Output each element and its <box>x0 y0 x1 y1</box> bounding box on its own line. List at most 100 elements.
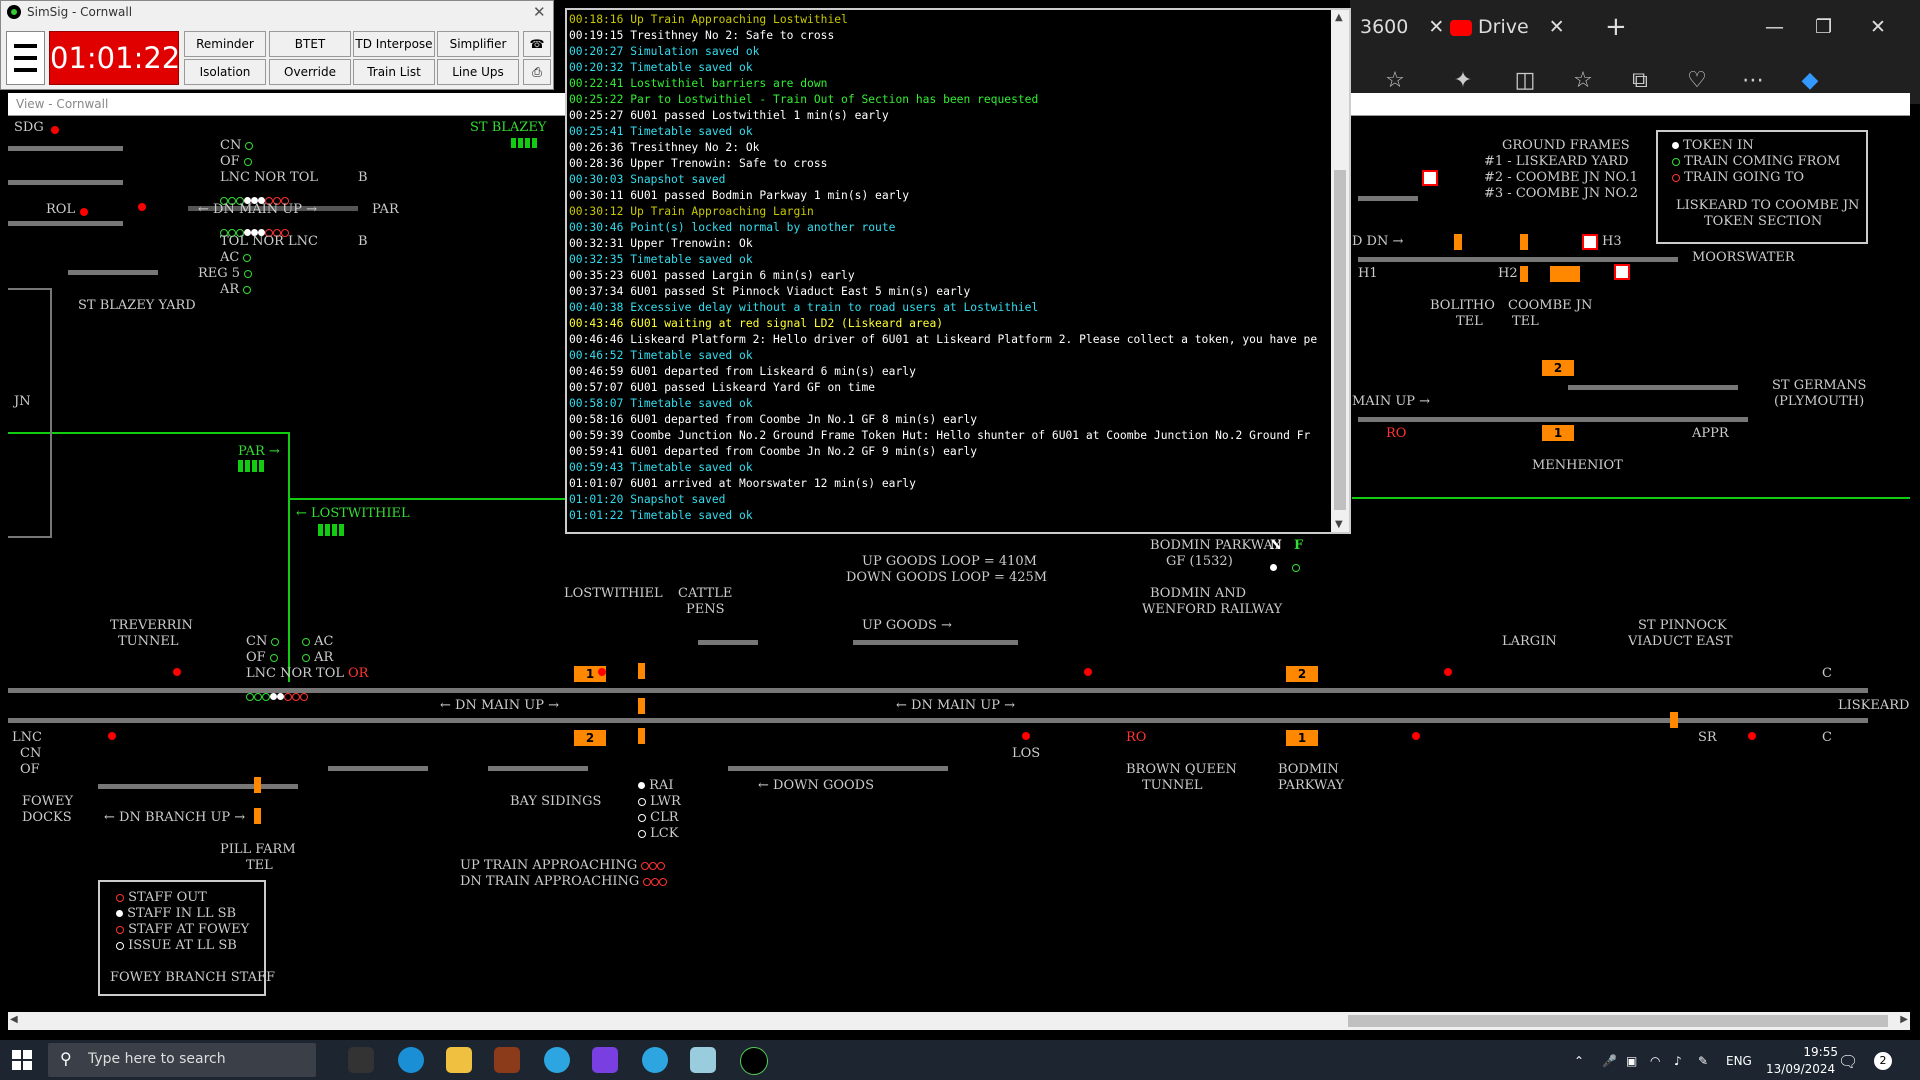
scroll-left-icon[interactable]: ◀ <box>10 1014 18 1025</box>
tab-label: 3600 <box>1360 16 1409 38</box>
collections-icon[interactable]: ⧉ <box>1625 66 1655 96</box>
extensions-icon[interactable]: ✦ <box>1448 66 1478 96</box>
st-blazey-yard-label: ST BLAZEY YARD <box>78 298 196 313</box>
window-close-icon[interactable]: ✕ <box>1870 10 1886 44</box>
btet-button[interactable]: BTET <box>269 31 351 57</box>
pen-icon[interactable]: ✎ <box>1698 1054 1708 1068</box>
isolation-button[interactable]: Isolation <box>184 59 266 85</box>
override-button[interactable]: Override <box>269 59 351 85</box>
platform-1-box[interactable]: 1 <box>1542 425 1574 441</box>
telegram-icon[interactable] <box>642 1047 668 1073</box>
file-explorer-icon[interactable] <box>446 1047 472 1073</box>
gf-status-dots[interactable] <box>1270 557 1301 576</box>
app-icon[interactable] <box>494 1047 520 1073</box>
edge-browser-bar: 3600 ✕ Drive ✕ + — ❐ ✕ ☆ ✦ ◫ ☆ ⧉ ♡ ⋯ ◆ <box>1350 0 1920 104</box>
signal-icon[interactable] <box>598 668 606 676</box>
menu-button[interactable] <box>6 31 45 85</box>
st-blazey-label[interactable]: ST BLAZEY <box>470 120 546 135</box>
signal-icon[interactable] <box>108 732 116 740</box>
notepad-icon[interactable] <box>690 1047 716 1073</box>
phone-button[interactable]: ☎ <box>523 31 551 57</box>
platform-1-box[interactable]: 1 <box>1286 730 1318 746</box>
log-scrollbar[interactable]: ▲ ▼ <box>1331 10 1349 532</box>
train-list-button[interactable]: Train List <box>353 59 435 85</box>
platform-marker <box>254 777 261 793</box>
wifi-icon[interactable]: ◠ <box>1650 1054 1660 1068</box>
close-icon[interactable]: ✕ <box>1428 16 1444 38</box>
td-interpose-button[interactable]: TD Interpose <box>353 31 435 57</box>
st-germans-label: ST GERMANS <box>1772 378 1867 393</box>
more-icon[interactable]: ⋯ <box>1738 66 1768 96</box>
task-view-icon[interactable] <box>348 1047 374 1073</box>
signal-icon[interactable] <box>173 668 181 676</box>
close-icon[interactable]: ✕ <box>533 3 546 21</box>
pill-farm-tel-label[interactable]: TEL <box>246 858 273 873</box>
log-line: 01:01:22 Timetable saved ok <box>569 509 753 522</box>
ground-frame-indicator[interactable] <box>1614 264 1630 280</box>
signal-icon[interactable] <box>1444 668 1452 676</box>
scroll-down-icon[interactable]: ▼ <box>1335 519 1343 530</box>
signal-icon[interactable] <box>80 208 88 216</box>
tray-chevron-icon[interactable]: ⌃ <box>1574 1054 1584 1068</box>
sim-clock[interactable]: 01:01:22 <box>49 31 180 85</box>
platform-2-box[interactable]: 2 <box>1542 360 1574 376</box>
ground-frame-indicator[interactable] <box>1582 234 1598 250</box>
lwr-label: LWR <box>638 794 681 809</box>
windows-start-icon[interactable] <box>12 1050 32 1070</box>
telegram-icon[interactable] <box>544 1047 570 1073</box>
new-tab-icon[interactable]: + <box>1605 10 1627 44</box>
signal-icon[interactable] <box>138 203 146 211</box>
split-screen-icon[interactable]: ◫ <box>1510 66 1540 96</box>
clock-time[interactable]: 19:55 <box>1776 1045 1838 1059</box>
lever-dots[interactable] <box>246 686 308 705</box>
volume-icon[interactable]: ♪ <box>1674 1054 1682 1068</box>
platform-2-box[interactable]: 2 <box>574 730 606 746</box>
clock-date[interactable]: 13/09/2024 <box>1766 1062 1835 1076</box>
mic-icon[interactable]: 🎤 <box>1602 1054 1617 1068</box>
bolitho-tel-label[interactable]: TEL <box>1456 314 1483 329</box>
dn-branch-up-label: ← DN BRANCH UP → <box>104 810 246 825</box>
print-button[interactable]: ⎙ <box>523 59 551 85</box>
scroll-right-icon[interactable]: ▶ <box>1900 1014 1908 1025</box>
diagram-hscrollbar[interactable]: ◀ ▶ <box>8 1012 1910 1030</box>
line-ups-button[interactable]: Line Ups <box>437 59 519 85</box>
favorite-star-icon[interactable]: ☆ <box>1380 66 1410 96</box>
lostwithiel-exit-label[interactable]: ← LOSTWITHIEL <box>296 506 410 521</box>
notifications-icon[interactable]: 🗨 <box>1838 1052 1858 1071</box>
edge-tab-drive[interactable]: Drive ✕ <box>1450 10 1565 44</box>
language-indicator[interactable]: ENG <box>1726 1054 1752 1068</box>
edge-icon[interactable] <box>398 1047 424 1073</box>
minimize-icon[interactable]: — <box>1765 10 1784 44</box>
signal-icon[interactable] <box>1748 732 1756 740</box>
signal-icon[interactable] <box>1084 668 1092 676</box>
track-circuit-indicator <box>318 524 346 536</box>
copilot-icon[interactable]: ◆ <box>1795 66 1825 96</box>
log-scroll-thumb[interactable] <box>1334 170 1346 510</box>
scroll-up-icon[interactable]: ▲ <box>1335 12 1343 23</box>
discord-icon[interactable] <box>592 1047 618 1073</box>
coombe-tel-label[interactable]: TEL <box>1512 314 1539 329</box>
taskbar-search-input[interactable]: ⚲ Type here to search <box>48 1043 316 1077</box>
simsig-taskbar-icon[interactable] <box>740 1047 768 1075</box>
platform-2-box[interactable]: 2 <box>1286 666 1318 682</box>
par-exit-label[interactable]: PAR → <box>238 444 280 459</box>
reminder-button[interactable]: Reminder <box>184 31 266 57</box>
signal-icon[interactable] <box>51 126 59 134</box>
ground-frame-indicator[interactable] <box>1422 170 1438 186</box>
log-line: 00:22:41 Lostwithiel barriers are down <box>569 77 828 90</box>
message-log-window[interactable]: 00:18:16 Up Train Approaching Lostwithie… <box>565 8 1351 534</box>
appr-label: APPR <box>1692 426 1729 441</box>
restore-icon[interactable]: ❐ <box>1815 10 1832 44</box>
edge-tab-3600[interactable]: 3600 ✕ <box>1360 10 1444 44</box>
close-icon[interactable]: ✕ <box>1549 16 1565 38</box>
signal-icon[interactable] <box>1412 732 1420 740</box>
health-icon[interactable]: ♡ <box>1682 66 1712 96</box>
tray-icon[interactable]: ▣ <box>1626 1054 1637 1068</box>
notification-count-badge[interactable]: 2 <box>1874 1052 1892 1070</box>
simplifier-button[interactable]: Simplifier <box>437 31 519 57</box>
hscroll-thumb[interactable] <box>1348 1015 1888 1027</box>
favorites-icon[interactable]: ☆ <box>1568 66 1598 96</box>
platform-marker <box>254 808 261 824</box>
h3-label: H3 <box>1602 234 1622 249</box>
signal-icon[interactable] <box>1022 732 1030 740</box>
